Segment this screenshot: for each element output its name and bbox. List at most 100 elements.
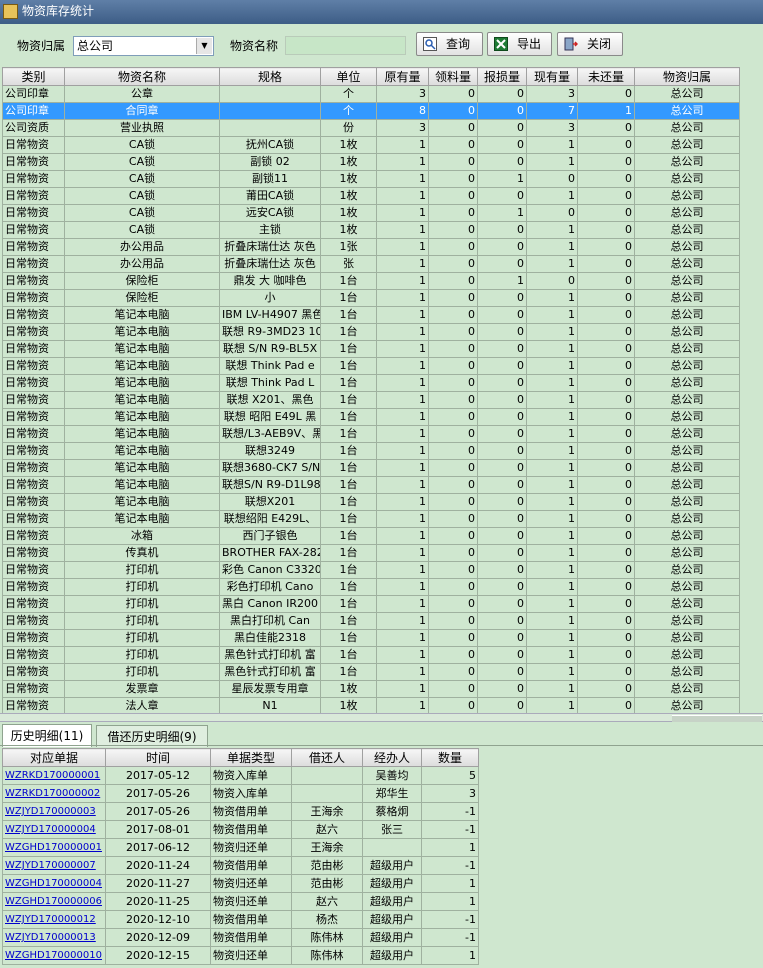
table-row[interactable]: 日常物资 笔记本电脑 联想S/N R9-D1L98 1台 1 0 0 1 0 总公司: [2, 476, 740, 494]
cell-owner: 总公司: [634, 561, 740, 579]
table-row[interactable]: 日常物资 打印机 黑白佳能2318 1台 1 0 0 1 0 总公司: [2, 629, 740, 647]
table-row[interactable]: 日常物资 保险柜小 1台 1 0 0 1 0 总公司: [2, 289, 740, 307]
table-row[interactable]: 日常物资 CA锁 主锁 1枚 1 0 0 1 0 总公司: [2, 221, 740, 239]
cell-spec: 黑白 Canon IR200: [219, 595, 321, 613]
col-header-issued[interactable]: 领料量: [428, 67, 478, 86]
table-row[interactable]: 日常物资 CA锁 副锁 02 1枚 1 0 0 1 0 总公司: [2, 153, 740, 171]
table-row[interactable]: 日常物资 打印机 黑白打印机 Can 1台 1 0 0 1 0 总公司: [2, 612, 740, 630]
table-row[interactable]: 日常物资 打印机 彩色 Canon C3320 1台 1 0 0 1 0 总公司: [2, 561, 740, 579]
doc-link[interactable]: WZGHD170000004: [5, 878, 102, 889]
hcol-header-borrower[interactable]: 借还人: [291, 748, 363, 767]
table-row[interactable]: 日常物资 笔记本电脑 联想3680-CK7 S/N 1台 1 0 0 1 0 总公司: [2, 459, 740, 477]
table-row[interactable]: 日常物资 笔记本电脑 联想/L3-AEB9V、黑 1台 1 0 0 1 0 总公司: [2, 425, 740, 443]
hcol-header-type[interactable]: 单据类型: [210, 748, 292, 767]
cell-name: 公章: [64, 85, 220, 103]
table-row[interactable]: 日常物资 CA锁 远安CA锁 1枚 1 0 1 0 0 总公司: [2, 204, 740, 222]
window-title: 物资库存统计: [22, 4, 95, 18]
col-header-damaged[interactable]: 报损量: [477, 67, 527, 86]
table-row[interactable]: 日常物资 保险柜 鼎发 大 咖啡色 1台 1 0 1 0 0 总公司: [2, 272, 740, 290]
table-row[interactable]: 日常物资 笔记本电脑 联想 S/N R9-BL5X 1台 1 0 0 1 0 总公司: [2, 340, 740, 358]
cell-qty: -1: [421, 910, 479, 929]
col-header-spec[interactable]: 规格: [219, 67, 321, 86]
cell-time: 2017-05-26: [105, 784, 211, 803]
panel-splitter[interactable]: [0, 713, 763, 722]
col-header-original[interactable]: 原有量: [376, 67, 429, 86]
table-row[interactable]: 公司资质 营业执照份 3 0 0 3 0 总公司: [2, 119, 740, 137]
list-item[interactable]: WZJYD170000003 2017-05-26 物资借用单 王海余 蔡格炯 -1: [2, 802, 479, 821]
owner-select[interactable]: 总公司 ▼: [73, 36, 214, 56]
name-input[interactable]: [285, 36, 406, 55]
table-row[interactable]: 日常物资 发票章 星辰发票专用章 1枚 1 0 0 1 0 总公司: [2, 680, 740, 698]
table-row[interactable]: 日常物资 笔记本电脑 联想 Think Pad L 1台 1 0 0 1 0 总公司: [2, 374, 740, 392]
doc-link[interactable]: WZRKD170000002: [5, 788, 100, 799]
cell-unreturned: 0: [577, 221, 635, 239]
doc-link[interactable]: WZJYD170000003: [5, 806, 96, 817]
cell-spec: BROTHER FAX-2820: [219, 544, 321, 562]
query-button[interactable]: 查询: [416, 32, 483, 56]
table-row[interactable]: 日常物资 笔记本电脑 联想 R9-3MD23 10 1台 1 0 0 1 0 总公司: [2, 323, 740, 341]
table-row[interactable]: 日常物资 笔记本电脑 联想 昭阳 E49L 黑 1台 1 0 0 1 0 总公司: [2, 408, 740, 426]
doc-link[interactable]: WZGHD170000010: [5, 950, 102, 961]
cell-owner: 总公司: [634, 204, 740, 222]
list-item[interactable]: WZJYD170000013 2020-12-09 物资借用单 陈伟林 超级用户 -1: [2, 928, 479, 947]
export-button[interactable]: 导出: [487, 32, 552, 56]
hcol-header-qty[interactable]: 数量: [421, 748, 479, 767]
doc-link[interactable]: WZRKD170000001: [5, 770, 100, 781]
table-row[interactable]: 日常物资 法人章 N1 1枚 1 0 0 1 0 总公司: [2, 697, 740, 715]
list-item[interactable]: WZGHD170000001 2017-06-12 物资归还单 王海余 1: [2, 838, 479, 857]
table-row[interactable]: 日常物资 打印机 黑色针式打印机 富 1台 1 0 0 1 0 总公司: [2, 663, 740, 681]
tab-history[interactable]: 历史明细(11): [2, 724, 92, 747]
chevron-down-icon[interactable]: ▼: [196, 38, 212, 54]
list-item[interactable]: WZJYD170000012 2020-12-10 物资借用单 杨杰 超级用户 -1: [2, 910, 479, 929]
hcol-header-doc[interactable]: 对应单据: [2, 748, 106, 767]
table-row[interactable]: 日常物资 笔记本电脑 联想 X201、黑色 1台 1 0 0 1 0 总公司: [2, 391, 740, 409]
list-item[interactable]: WZGHD170000006 2020-11-25 物资归还单 赵六 超级用户 1: [2, 892, 479, 911]
table-row[interactable]: 日常物资 CA锁 莆田CA锁 1枚 1 0 0 1 0 总公司: [2, 187, 740, 205]
doc-link[interactable]: WZJYD170000012: [5, 914, 96, 925]
table-row[interactable]: 日常物资 CA锁 副锁11 1枚 1 0 1 0 0 总公司: [2, 170, 740, 188]
list-item[interactable]: WZRKD170000001 2017-05-12 物资入库单 吴善均 5: [2, 766, 479, 785]
col-header-current[interactable]: 现有量: [526, 67, 578, 86]
table-row[interactable]: 日常物资 打印机 黑色针式打印机 富 1台 1 0 0 1 0 总公司: [2, 646, 740, 664]
splitter-grip[interactable]: [672, 715, 762, 722]
hcol-header-handler[interactable]: 经办人: [362, 748, 422, 767]
cell-unit: 1台: [320, 595, 377, 613]
table-row[interactable]: 日常物资 打印机 彩色打印机 Cano 1台 1 0 0 1 0 总公司: [2, 578, 740, 596]
doc-link[interactable]: WZGHD170000006: [5, 896, 102, 907]
list-item[interactable]: WZJYD170000004 2017-08-01 物资借用单 赵六 张三 -1: [2, 820, 479, 839]
table-row[interactable]: 日常物资 笔记本电脑 IBM LV-H4907 黑色 1台 1 0 0 1 0 总公司: [2, 306, 740, 324]
cell-borrower: [291, 784, 363, 803]
table-row[interactable]: 公司印章 合同章个 8 0 0 7 1 总公司: [2, 102, 740, 120]
doc-link[interactable]: WZJYD170000007: [5, 860, 96, 871]
table-row[interactable]: 日常物资 CA锁 抚州CA锁 1枚 1 0 0 1 0 总公司: [2, 136, 740, 154]
list-item[interactable]: WZRKD170000002 2017-05-26 物资入库单 郑华生 3: [2, 784, 479, 803]
tab-borrow-history[interactable]: 借还历史明细(9): [96, 725, 208, 747]
table-row[interactable]: 日常物资 办公用品 折叠床瑞仕达 灰色 1张 1 0 0 1 0 总公司: [2, 238, 740, 256]
hcol-header-time[interactable]: 时间: [105, 748, 211, 767]
col-header-owner[interactable]: 物资归属: [634, 67, 740, 86]
table-row[interactable]: 日常物资 打印机 黑白 Canon IR200 1台 1 0 0 1 0 总公司: [2, 595, 740, 613]
doc-link[interactable]: WZJYD170000013: [5, 932, 96, 943]
table-row[interactable]: 日常物资 笔记本电脑 联想3249 1台 1 0 0 1 0 总公司: [2, 442, 740, 460]
table-row[interactable]: 日常物资 笔记本电脑 联想绍阳 E429L、 1台 1 0 0 1 0 总公司: [2, 510, 740, 528]
col-header-unit[interactable]: 单位: [320, 67, 377, 86]
list-item[interactable]: WZGHD170000004 2020-11-27 物资归还单 范由彬 超级用户 1: [2, 874, 479, 893]
table-row[interactable]: 日常物资 办公用品 折叠床瑞仕达 灰色张 1 0 0 1 0 总公司: [2, 255, 740, 273]
cell-type: 物资入库单: [210, 766, 292, 785]
close-button[interactable]: 关闭: [557, 32, 623, 56]
list-item[interactable]: WZGHD170000010 2020-12-15 物资归还单 陈伟林 超级用户 1: [2, 946, 479, 965]
table-row[interactable]: 公司印章 公章个 3 0 0 3 0 总公司: [2, 85, 740, 103]
col-header-category[interactable]: 类别: [2, 67, 65, 86]
cell-handler: 吴善均: [362, 766, 422, 785]
table-row[interactable]: 日常物资 冰箱 西门子银色 1台 1 0 0 1 0 总公司: [2, 527, 740, 545]
doc-link[interactable]: WZGHD170000001: [5, 842, 102, 853]
cell-original: 1: [376, 153, 429, 171]
list-item[interactable]: WZJYD170000007 2020-11-24 物资借用单 范由彬 超级用户 -1: [2, 856, 479, 875]
table-row[interactable]: 日常物资 传真机 BROTHER FAX-2820 1台 1 0 0 1 0 总公司: [2, 544, 740, 562]
col-header-unreturned[interactable]: 未还量: [577, 67, 635, 86]
cell-unreturned: 0: [577, 561, 635, 579]
col-header-name[interactable]: 物资名称: [64, 67, 220, 86]
doc-link[interactable]: WZJYD170000004: [5, 824, 96, 835]
table-row[interactable]: 日常物资 笔记本电脑 联想 Think Pad e 1台 1 0 0 1 0 总公司: [2, 357, 740, 375]
table-row[interactable]: 日常物资 笔记本电脑 联想X201 1台 1 0 0 1 0 总公司: [2, 493, 740, 511]
